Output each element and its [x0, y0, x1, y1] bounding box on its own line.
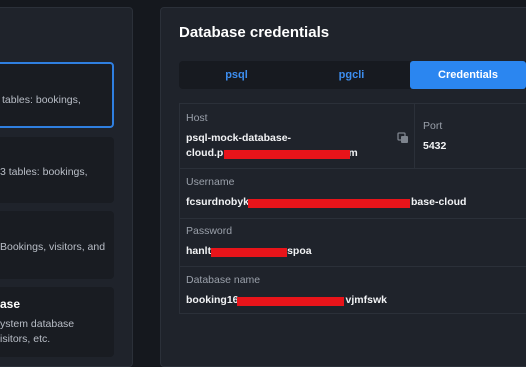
- database-card[interactable]: 3 tables: bookings,: [0, 137, 114, 203]
- tab-pgcli[interactable]: pgcli: [294, 61, 409, 89]
- card-description: Bookings, visitors, and: [0, 241, 106, 253]
- connection-tabs: psql pgcli Credentials: [179, 61, 526, 89]
- database-card[interactable]: ase ystem database isitors, etc.: [0, 287, 114, 357]
- card-description: 3 tables: bookings,: [0, 166, 88, 178]
- username-label: Username: [186, 176, 235, 188]
- port-label: Port: [423, 120, 443, 132]
- card-title: ase: [0, 297, 21, 311]
- dbname-label: Database name: [186, 274, 261, 286]
- redaction-bar: [248, 199, 410, 208]
- port-value[interactable]: 5432: [423, 140, 446, 152]
- host-label: Host: [186, 112, 208, 124]
- password-label: Password: [186, 225, 233, 237]
- database-card[interactable]: Bookings, visitors, and: [0, 211, 114, 279]
- host-value-line1[interactable]: psql-mock-database-: [186, 132, 291, 144]
- panel-title: Database credentials: [179, 24, 330, 41]
- port-cell: Port 5432: [416, 104, 526, 168]
- redaction-bar: [211, 248, 287, 257]
- redaction-bar: [224, 150, 350, 159]
- redaction-bar: [237, 297, 344, 306]
- tab-credentials[interactable]: Credentials: [410, 61, 526, 89]
- tab-psql[interactable]: psql: [179, 61, 294, 89]
- credentials-table: Host psql-mock-database- cloud.p m Port 5…: [179, 103, 526, 314]
- host-cell: Host psql-mock-database- cloud.p m: [180, 104, 415, 168]
- card-description: ystem database: [0, 318, 75, 330]
- card-description: tables: bookings,: [2, 94, 81, 106]
- copy-icon[interactable]: [397, 131, 409, 143]
- database-card[interactable]: tables: bookings,: [0, 62, 114, 128]
- card-description-line2: isitors, etc.: [0, 333, 51, 345]
